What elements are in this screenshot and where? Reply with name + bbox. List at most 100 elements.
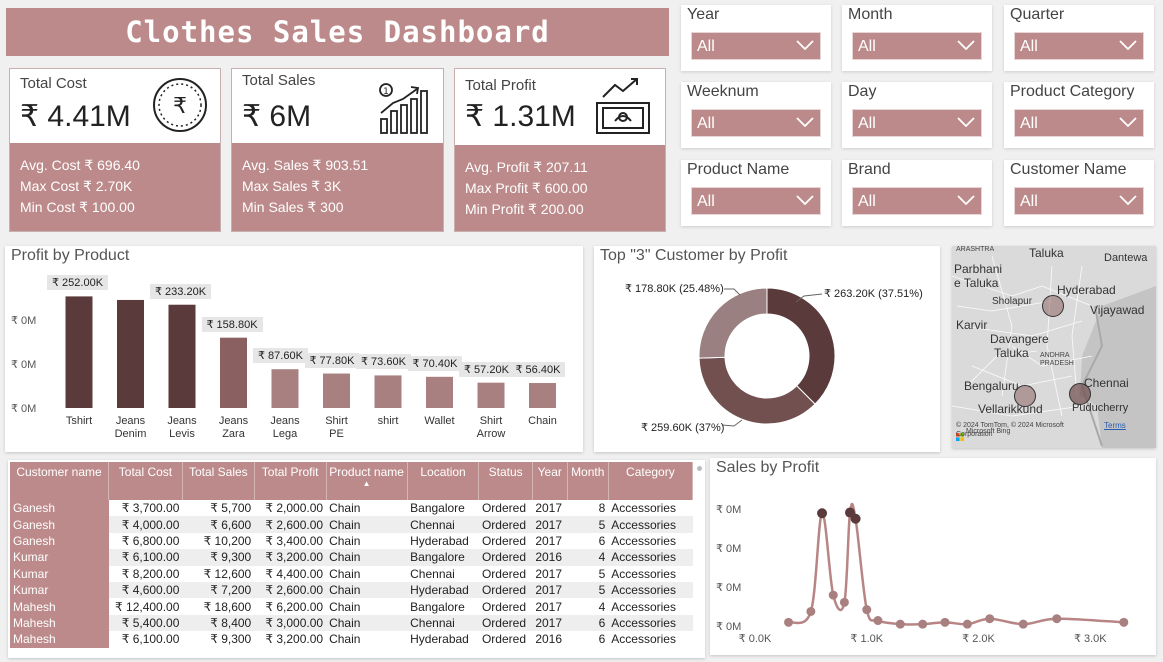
x-tick-label: Lega — [273, 428, 298, 440]
table-cell: ₹ 2,600.00 — [254, 516, 327, 533]
table-cell: Chain — [329, 599, 361, 614]
table-row[interactable]: Kumar ₹ 4,600.00 ₹ 7,200 ₹ 2,600.00 Chain Hyd… — [10, 581, 693, 599]
table-cell: ₹ 6,100.00 — [108, 549, 183, 566]
table-cell: Chain — [329, 501, 361, 516]
bar-8 — [477, 382, 505, 408]
table-row[interactable]: Mahesh ₹ 6,100.00 ₹ 9,300 ₹ 3,200.00 Chain Hy… — [10, 631, 693, 648]
kpi-min: Min Profit ₹ 200.00 — [465, 201, 584, 217]
kpi-max: Max Cost ₹ 2.70K — [20, 178, 133, 194]
column-header[interactable]: Total Cost — [108, 462, 183, 500]
kpi-card-total-sales[interactable]: Total Sales ₹ 6M 1 Avg. Sales ₹ 903.51 M… — [231, 68, 444, 232]
map-bubble-chennai[interactable] — [1069, 383, 1091, 405]
column-header[interactable]: Year — [532, 462, 568, 500]
table-cell: Chennai — [407, 614, 479, 632]
bar-6 — [374, 375, 402, 408]
slicer-brand: Brand All — [842, 160, 992, 226]
line-point — [895, 619, 905, 629]
table-cell: Bangalore — [410, 599, 465, 614]
table-cell: Ordered — [481, 533, 526, 548]
slicer-dropdown-year[interactable]: All — [691, 32, 821, 60]
bar-data-label: ₹ 87.60K — [253, 348, 308, 364]
x-tick-label: ₹ 0.0K — [739, 633, 772, 645]
column-header[interactable]: Product name ▲ — [326, 462, 408, 500]
table-cell: Bangalore — [410, 501, 465, 516]
line-point — [862, 605, 872, 615]
slicer-dropdown-product-name[interactable]: All — [691, 187, 821, 215]
column-header[interactable]: Total Profit — [254, 462, 327, 500]
table-row[interactable]: Mahesh ₹ 5,400.00 ₹ 8,400 ₹ 3,000.00 Chain Ch… — [10, 614, 693, 632]
table-row[interactable]: Ganesh ₹ 6,800.00 ₹ 10,200 ₹ 3,400.00 Chain H… — [10, 532, 693, 550]
map-bubble-bangalore[interactable] — [1014, 385, 1036, 407]
column-header[interactable]: Location — [407, 462, 480, 500]
table-cell: Ordered — [478, 614, 533, 632]
x-tick-label: ₹ 1.0K — [850, 633, 883, 645]
profit-by-product-chart[interactable]: Profit by Product ₹ 0M ₹ 0M ₹ 0M Tshirt J… — [5, 246, 583, 452]
table-cell: ₹ 4,000.00 — [108, 516, 183, 533]
table-cell: Ganesh — [10, 516, 109, 533]
table-row[interactable]: Mahesh ₹ 12,400.00 ₹ 18,600 ₹ 6,200.00 Chain… — [10, 598, 693, 615]
scrollbar-handle[interactable] — [697, 466, 702, 471]
column-header[interactable]: Category — [608, 462, 694, 500]
line-point — [918, 619, 928, 629]
leader-line — [721, 419, 743, 427]
kpi-card-total-cost[interactable]: Total Cost ₹ 4.41M ₹ Avg. Cost ₹ 696.40 … — [9, 68, 221, 232]
table-row[interactable]: Ganesh ₹ 3,700.00 ₹ 5,700 ₹ 2,000.00 Chain Ba… — [10, 500, 693, 517]
table-cell: 8 — [598, 501, 606, 516]
column-header[interactable]: Status — [478, 462, 533, 500]
x-tick-label: ₹ 2.0K — [962, 633, 995, 645]
table-cell: Accessories — [611, 632, 676, 647]
slicer-label: Quarter — [1010, 6, 1065, 23]
slicer-dropdown-month[interactable]: All — [852, 32, 982, 60]
map-bubble-hyderabad[interactable] — [1042, 295, 1064, 317]
line-point — [1119, 617, 1129, 627]
x-tick-label: ₹ 3.0K — [1074, 633, 1107, 645]
bar-data-label: ₹ 56.40K — [510, 362, 566, 378]
bar-3 — [220, 337, 247, 408]
slicer-dropdown-weeknum[interactable]: All — [691, 109, 821, 137]
slicer-dropdown-day[interactable]: All — [852, 109, 982, 137]
slicer-dropdown-brand[interactable]: All — [852, 187, 982, 215]
kpi-card-total-profit[interactable]: Total Profit ₹ 1.31M Avg. Profit ₹ 207.1… — [454, 68, 666, 232]
slicer-label: Month — [848, 6, 893, 23]
table-cell: Ganesh — [10, 500, 109, 517]
chevron-down-icon — [957, 40, 975, 50]
column-header[interactable]: Customer name — [10, 462, 110, 500]
slicer-label: Product Category — [1010, 83, 1135, 100]
table-cell: Ganesh — [10, 532, 109, 550]
kpi-label: Total Cost — [20, 75, 87, 92]
map-terms-link[interactable]: Terms — [1104, 421, 1126, 430]
chevron-down-icon — [957, 195, 975, 205]
table-cell: 2017 — [535, 533, 563, 548]
slicer-dropdown-quarter[interactable]: All — [1014, 32, 1144, 60]
bar-data-label: ₹ 57.20K — [459, 361, 514, 377]
map-place-label: Karvir — [956, 318, 988, 332]
column-header[interactable]: Total Sales — [182, 462, 255, 500]
table-cell: Chain — [329, 632, 361, 647]
kpi-avg: Avg. Cost ₹ 696.40 — [20, 157, 140, 173]
table-row[interactable]: Kumar ₹ 6,100.00 ₹ 9,300 ₹ 3,200.00 Chain Ban… — [10, 549, 693, 566]
sales-details-table[interactable]: Customer name Total Cost Total Sales Total … — [8, 460, 705, 658]
bar-9 — [529, 383, 556, 408]
table-cell: 2016 — [535, 632, 563, 647]
chevron-down-icon — [796, 195, 814, 205]
sales-by-profit-chart[interactable]: Sales by Profit ₹ 0M ₹ 0M ₹ 0M ₹ 0M ₹ 0.… — [710, 458, 1156, 655]
column-header[interactable]: Month — [567, 462, 609, 500]
line-point — [985, 614, 995, 624]
map-visual[interactable]: ARASHTRA Taluka Dantewa Parbhani e Taluk… — [952, 246, 1156, 448]
line-point — [962, 619, 972, 629]
bar-1 — [117, 299, 144, 408]
top-customers-donut-chart[interactable]: Top "3" Customer by Profit ₹ 263.20K (37… — [594, 246, 940, 452]
slicer-dropdown-product-category[interactable]: All — [1014, 109, 1144, 137]
slicer-product-category: Product Category All — [1004, 82, 1154, 148]
table-row[interactable]: Ganesh ₹ 4,000.00 ₹ 6,600 ₹ 2,600.00 Chain Ch… — [10, 516, 693, 533]
slicer-dropdown-customer-name[interactable]: All — [1014, 187, 1144, 215]
x-tick-label: Jeans — [270, 415, 300, 427]
table-cell: ₹ 8,200.00 — [121, 566, 180, 581]
slicer-month: Month All — [842, 5, 992, 71]
chevron-down-icon — [1119, 195, 1137, 205]
table-cell: Accessories — [608, 581, 693, 599]
table-row[interactable]: Kumar ₹ 8,200.00 ₹ 12,600 ₹ 4,400.00 Chain Ch… — [10, 565, 693, 582]
line-point — [784, 617, 794, 627]
line-point — [828, 590, 838, 600]
table-cell: ₹ 3,200.00 — [265, 632, 324, 647]
